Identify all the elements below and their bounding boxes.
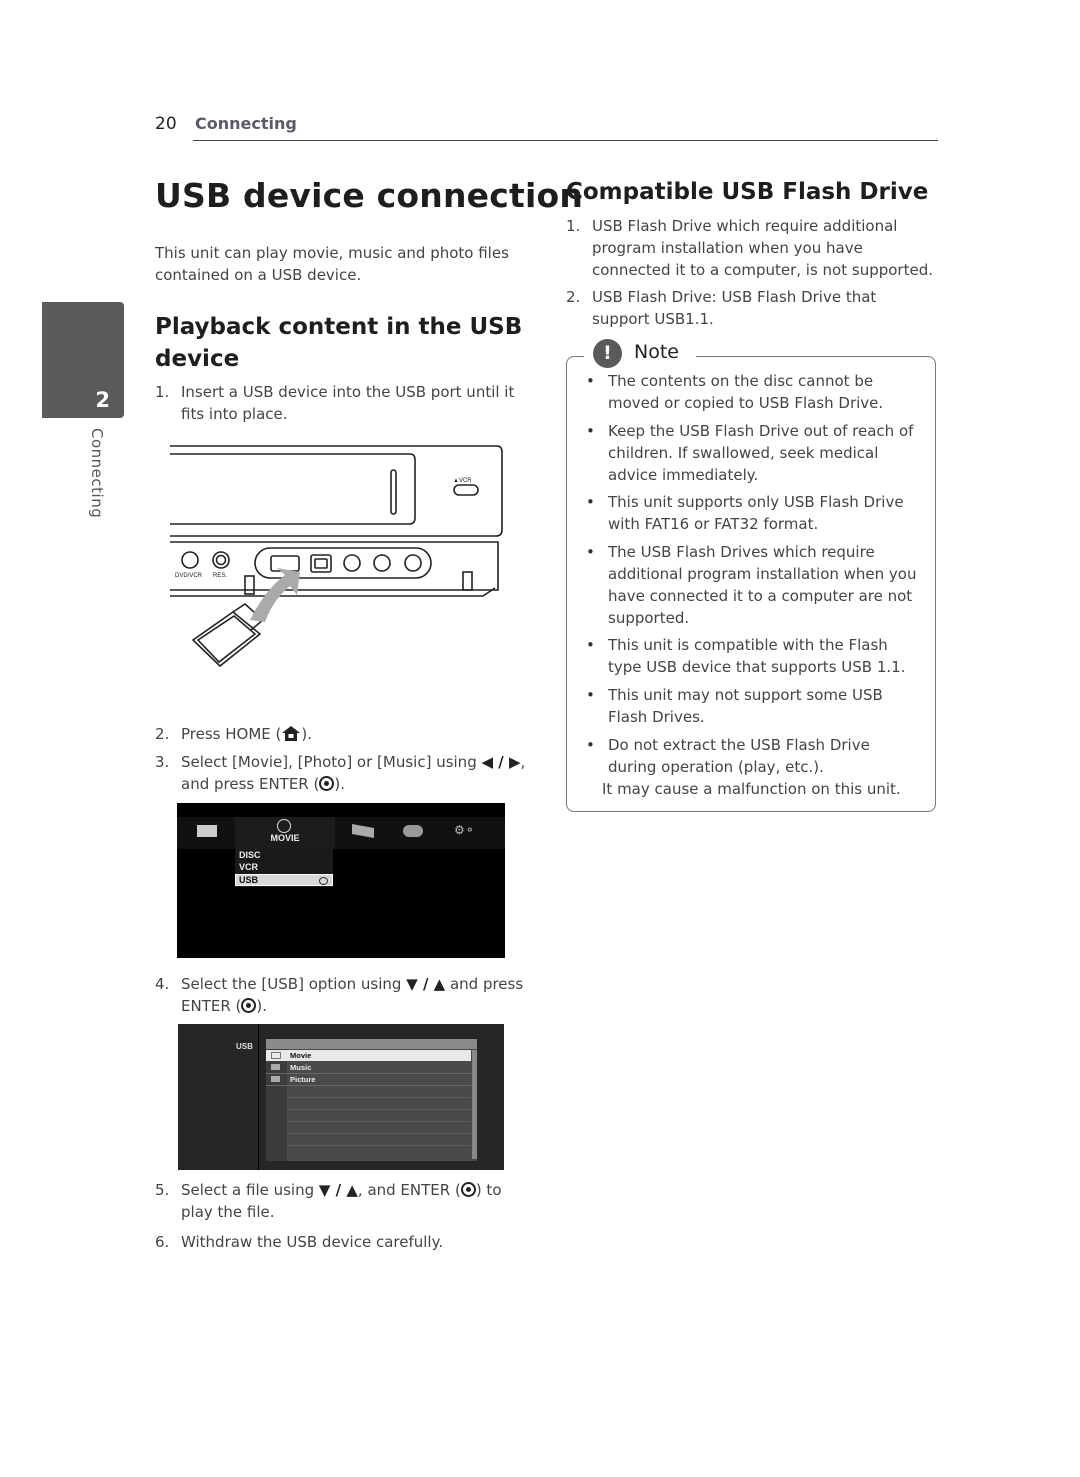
dvd-vcr-label: DVD/VCR [175,573,203,579]
step-1: 1. Insert a USB device into the USB port… [155,381,530,425]
chapter-number: 2 [95,388,110,412]
bullet-dot [570,420,608,486]
vcr-label: ▲VCR [453,478,472,484]
step-number: 3. [155,753,170,771]
step-number: 2. [155,725,170,743]
step-text: Select the [USB] option using ▼ / ▲ and … [181,975,524,1015]
enter-icon [460,1182,476,1197]
bullet-dot [570,734,608,778]
enter-icon [241,998,257,1013]
step-3: 3. Select [Movie], [Photo] or [Music] us… [155,751,530,795]
music-icon [403,825,423,837]
tv-icon [197,825,217,837]
header-divider [193,140,938,141]
vcr-eject-button [453,484,479,496]
step-number: 5. [155,1181,170,1199]
note-bullet: The USB Flash Drives which require addit… [570,541,920,629]
step-text: Select a file using ▼ / ▲, and ENTER () … [181,1181,502,1221]
page-number: 20 [155,114,177,134]
active-tab-label: MOVIE [270,833,300,843]
step-number: 1. [155,383,170,401]
disc-tray [170,453,416,525]
header-section-name: Connecting [195,114,297,133]
chapter-label: Connecting [88,428,106,519]
note-bullet: Keep the USB Flash Drive out of reach of… [570,420,920,486]
item-text: USB Flash Drive which require additional… [592,217,933,279]
menu-item-usb-highlight: USB [235,874,333,886]
device-front-panel [170,541,499,591]
intro-paragraph: This unit can play movie, music and phot… [155,244,509,284]
item-text: USB Flash Drive: USB Flash Drive that su… [592,288,877,328]
folder-icon [271,1052,281,1059]
item-number: 2. [566,288,581,306]
exclamation-icon: ! [593,339,622,368]
compat-item-2: 2. USB Flash Drive: USB Flash Drive that… [566,286,938,330]
setup-icon: ⚙⚬ [454,823,475,837]
note-bullet: This unit is compatible with the Flash t… [570,634,920,678]
item-number: 1. [566,217,581,235]
usb-browser-screenshot: USB Movie Music Picture [178,1024,504,1170]
step-text: Withdraw the USB device carefully. [181,1233,444,1251]
down-up-arrows-icon: ▼ / ▲ [406,975,446,993]
menu-item-usb: USB [239,875,259,885]
step-number: 6. [155,1233,170,1251]
step-text: Press HOME (). [181,725,312,743]
dvd-vcr-button [181,551,199,569]
usb-insertion-illustration: ▲VCR DVD/VCR RES. [170,445,503,668]
step-5: 5. Select a file using ▼ / ▲, and ENTER … [155,1179,530,1223]
step-4: 4. Select the [USB] option using ▼ / ▲ a… [155,973,530,1017]
folder-icon [271,1064,280,1070]
scrollbar [472,1050,477,1159]
note-bullet: The contents on the disc cannot be moved… [570,370,920,414]
down-up-arrows-icon: ▼ / ▲ [318,1181,358,1199]
bullet-dot [570,541,608,629]
folder-row-picture: Picture [266,1074,471,1086]
note-title: Note [634,341,679,363]
chapter-tab: 2 [42,302,124,418]
home-menu-screenshot: MOVIE ⚙⚬ DISC VCR USB [177,803,505,958]
tray-slot [390,469,397,515]
enter-icon [319,877,328,885]
file-list: Movie Music Picture [266,1039,477,1161]
folder-icon [271,1076,280,1082]
step-number: 4. [155,975,170,993]
home-icon [282,726,301,741]
compat-item-1: 1. USB Flash Drive which require additio… [566,215,938,281]
folder-row-movie: Movie [266,1050,471,1061]
note-bullet: Do not extract the USB Flash Drive durin… [570,734,920,778]
bullet-dot [570,370,608,414]
device-top-panel [170,445,503,537]
usb-device-label: USB [236,1042,253,1051]
bullet-dot [570,634,608,678]
res-label: RES. [213,573,227,579]
enter-icon [319,776,335,791]
page-title: USB device connection [155,176,584,215]
step-6: 6. Withdraw the USB device carefully. [155,1231,530,1253]
step-text: Select [Movie], [Photo] or [Music] using… [181,753,526,793]
menu-item-disc: DISC [239,850,261,860]
step-text: Insert a USB device into the USB port un… [181,383,515,423]
note-bullet: This unit may not support some USB Flash… [570,684,920,728]
menu-item-vcr: VCR [239,862,259,872]
step-2: 2. Press HOME (). [155,723,530,745]
note-bullet: This unit supports only USB Flash Drive … [570,491,920,535]
folder-row-music: Music [266,1062,471,1074]
bullet-dot [570,491,608,535]
compatible-usb-title: Compatible USB Flash Drive [566,179,929,205]
insert-arrow-icon [250,568,300,622]
left-right-arrows-icon: ◀ / ▶ [481,753,521,771]
usb-port [270,555,300,572]
movie-icon [277,819,291,833]
playback-subtitle: Playback content in the USB device [155,314,523,372]
note-trailing-line: It may cause a malfunction on this unit. [602,780,901,798]
bullet-dot [570,684,608,728]
file-list-header [266,1039,477,1049]
